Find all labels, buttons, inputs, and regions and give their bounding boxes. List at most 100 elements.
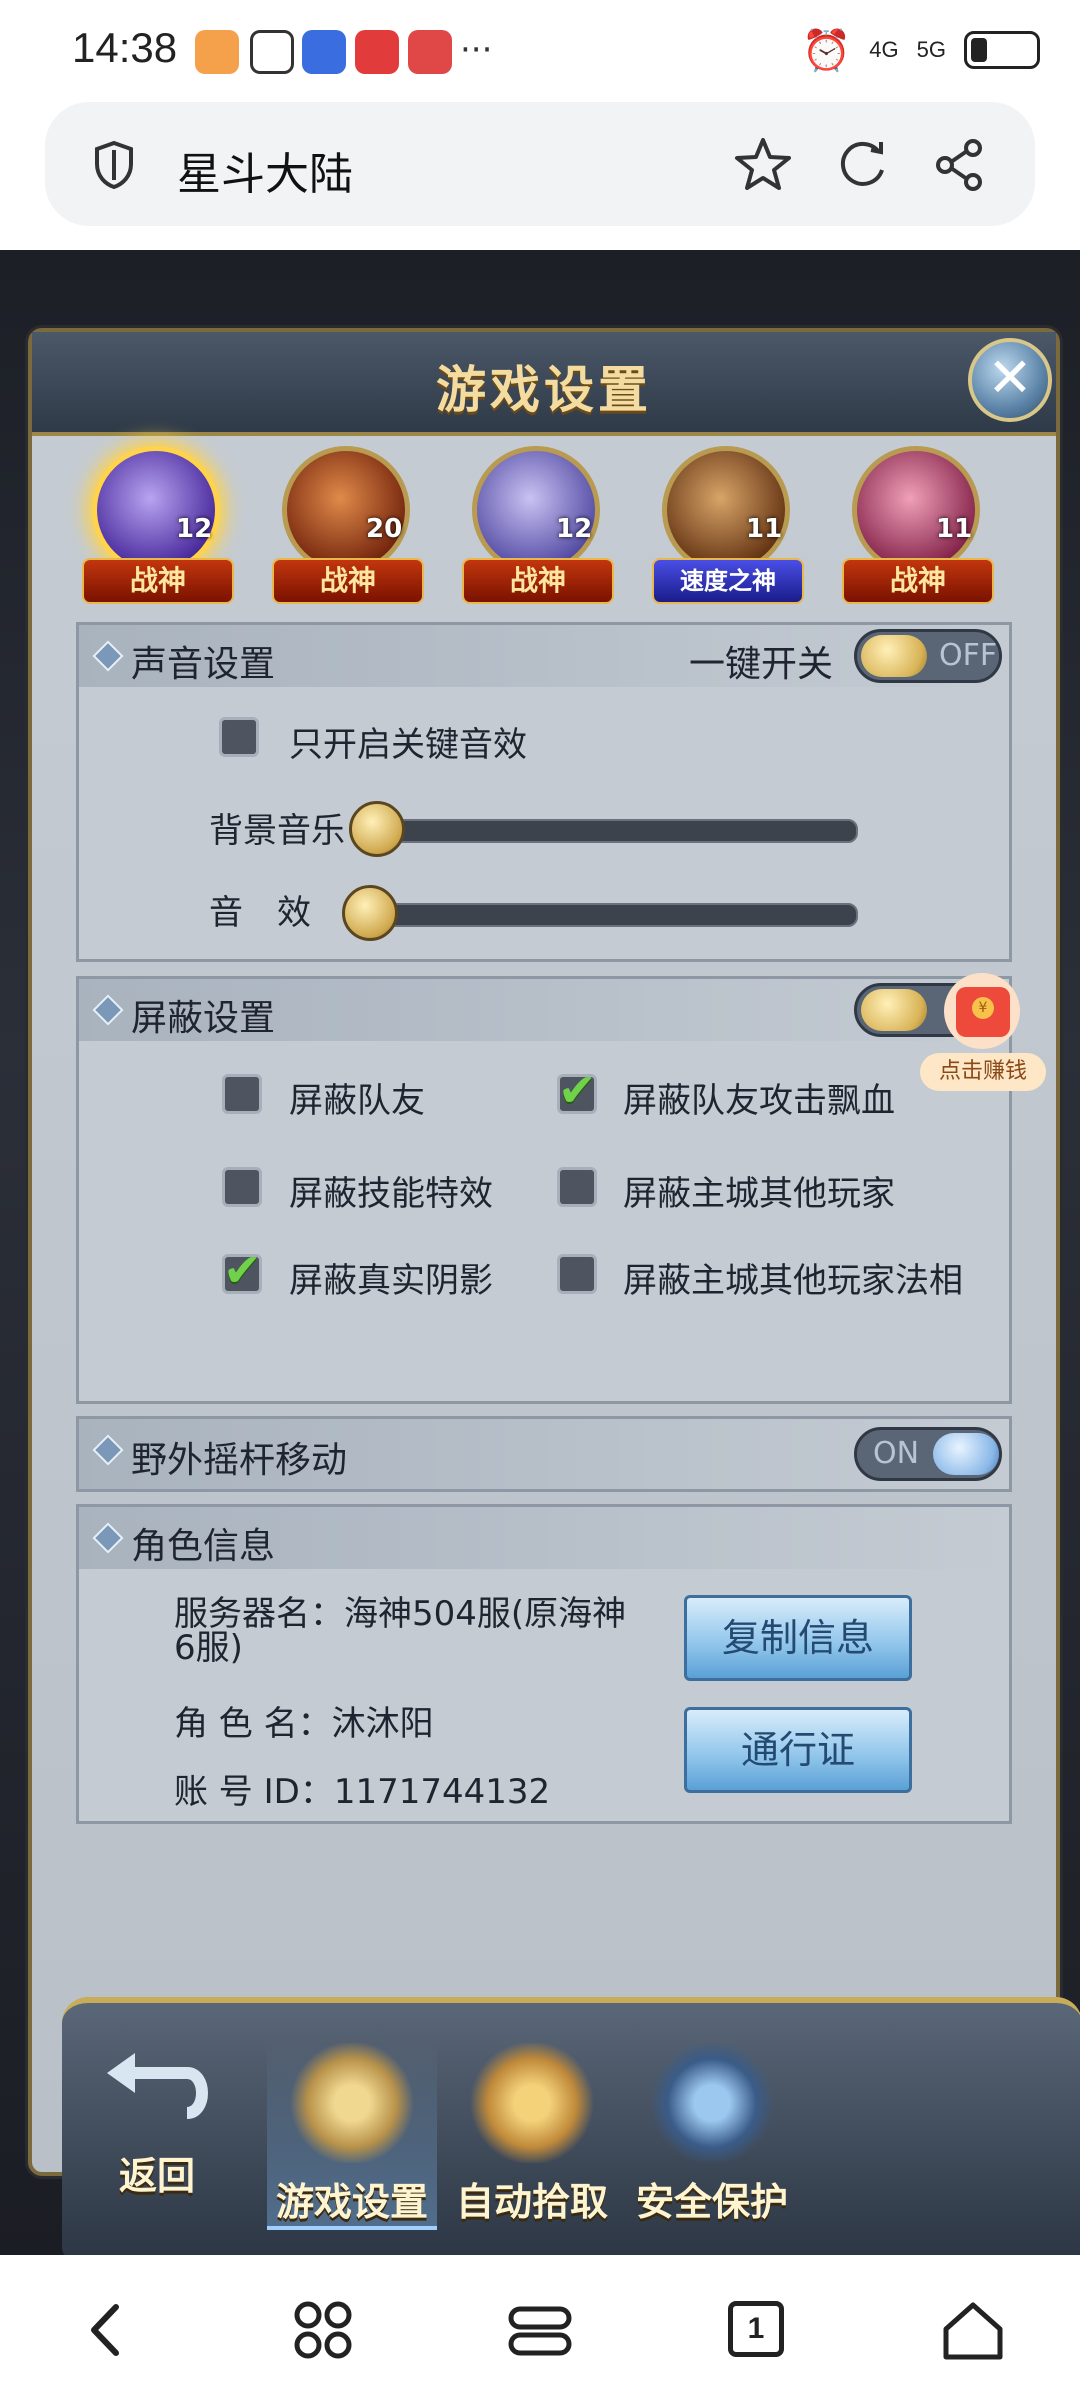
alarm-icon: ⏰ bbox=[801, 28, 852, 73]
game-bottom-nav: 返回 游戏设置 自动拾取 安全保护 bbox=[62, 1997, 1080, 2255]
shield-option-checkbox[interactable] bbox=[222, 1167, 262, 1207]
tab-count-button[interactable]: 1 bbox=[722, 2295, 792, 2365]
shield-option-label: 屏蔽技能特效 bbox=[289, 1174, 493, 1214]
copy-info-button[interactable]: 复制信息 bbox=[684, 1595, 912, 1681]
bgm-slider-track[interactable] bbox=[364, 819, 858, 843]
server-name-line1: 服务器名：海神504服(原海神 bbox=[174, 1594, 627, 1634]
account-id: 账 号 ID：1171744132 bbox=[174, 1772, 551, 1812]
nav-label: 自动拾取 bbox=[455, 2180, 608, 2224]
toggle-state: OFF bbox=[939, 638, 998, 673]
earn-money-badge[interactable]: ¥ 点击赚钱 bbox=[920, 973, 1046, 1093]
menu-icon[interactable] bbox=[288, 2295, 358, 2365]
envelope-icon: ¥ bbox=[956, 987, 1010, 1037]
share-icon[interactable] bbox=[933, 138, 987, 192]
hero-card[interactable]: 12 战神 bbox=[76, 442, 236, 607]
refresh-icon[interactable] bbox=[835, 138, 889, 192]
hero-portrait bbox=[852, 446, 980, 574]
address-bar[interactable]: 星斗大陆 bbox=[45, 102, 1035, 226]
shield-option-label: 屏蔽主城其他玩家法相 bbox=[623, 1261, 963, 1301]
nav-label: 安全保护 bbox=[635, 2180, 788, 2224]
back-arrow-icon bbox=[107, 2053, 208, 2119]
shield-option-label: 屏蔽主城其他玩家 bbox=[623, 1174, 895, 1214]
sound-section: 声音设置 一键开关 OFF 只开启关键音效 背景音乐 音 效 bbox=[76, 622, 1012, 962]
gear-icon bbox=[287, 2043, 417, 2163]
shield-option-checkbox[interactable] bbox=[557, 1167, 597, 1207]
nav-auto-pickup[interactable]: 自动拾取 bbox=[447, 2043, 617, 2226]
bgm-label: 背景音乐 bbox=[209, 811, 345, 851]
back-icon[interactable] bbox=[72, 2295, 142, 2365]
home-icon[interactable] bbox=[938, 2295, 1008, 2365]
status-bar: 14:38 ··· ⏰ 4G 5G bbox=[0, 0, 1080, 100]
hero-card[interactable]: 11 战神 bbox=[836, 442, 996, 607]
close-button[interactable]: ✕ bbox=[968, 338, 1052, 422]
server-name: 服务器名：海神504服(原海神 6服) bbox=[174, 1597, 626, 1665]
toggle-knob bbox=[861, 989, 927, 1031]
hero-portrait bbox=[662, 446, 790, 574]
hero-card[interactable]: 11 速度之神 bbox=[646, 442, 806, 607]
back-button[interactable]: 返回 bbox=[82, 2043, 232, 2200]
coin-icon: ¥ bbox=[972, 997, 994, 1019]
role-info-title: 角色信息 bbox=[131, 1526, 276, 1567]
key-sfx-checkbox[interactable] bbox=[219, 717, 259, 757]
hero-card[interactable]: 20 战神 bbox=[266, 442, 426, 607]
app-icon bbox=[302, 30, 346, 74]
signal-5g-icon: 5G bbox=[916, 37, 946, 62]
server-name-line2: 6服) bbox=[174, 1628, 243, 1668]
panel-header: 游戏设置 ✕ bbox=[32, 332, 1056, 436]
shield-option-checkbox[interactable] bbox=[222, 1243, 262, 1297]
shield-option-label: 屏蔽队友攻击飘血 bbox=[623, 1081, 895, 1121]
star-icon[interactable] bbox=[733, 136, 793, 192]
hero-card[interactable]: 12 战神 bbox=[456, 442, 616, 607]
hero-level: 12 bbox=[176, 514, 213, 544]
shield-section: 屏蔽设置 屏蔽队友 屏蔽队友攻击飘血 屏蔽技能特效 屏蔽主城其他玩家 屏蔽真实阴… bbox=[76, 976, 1012, 1404]
key-sfx-label: 只开启关键音效 bbox=[289, 725, 527, 765]
page-title: 星斗大陆 bbox=[177, 149, 353, 200]
back-label: 返回 bbox=[118, 2154, 195, 2198]
hero-tag: 速度之神 bbox=[652, 558, 804, 604]
hero-list: 12 战神 20 战神 12 战神 11 速度之神 11 战神 bbox=[76, 442, 1036, 607]
hero-level: 11 bbox=[936, 514, 973, 544]
joystick-section-title: 野外摇杆移动 bbox=[131, 1440, 348, 1481]
xiaohongshu-icon bbox=[355, 30, 399, 74]
hero-portrait bbox=[92, 446, 220, 574]
diamond-icon bbox=[92, 994, 124, 1026]
shield-option-checkbox[interactable] bbox=[557, 1254, 597, 1294]
hero-tag: 战神 bbox=[842, 558, 994, 604]
sound-section-header: 声音设置 一键开关 OFF bbox=[79, 625, 1009, 687]
browser-bottom-bar: 1 bbox=[0, 2255, 1080, 2400]
coin-bag-icon bbox=[467, 2043, 597, 2163]
shield-section-title: 屏蔽设置 bbox=[131, 998, 276, 1039]
shield-option-checkbox[interactable] bbox=[557, 1063, 597, 1117]
pass-button[interactable]: 通行证 bbox=[684, 1707, 912, 1793]
hero-level: 12 bbox=[556, 514, 593, 544]
tab-count: 1 bbox=[728, 2301, 784, 2357]
hero-tag: 战神 bbox=[462, 558, 614, 604]
settings-panel: 游戏设置 ✕ 12 战神 20 战神 12 战神 11 速度之神 11 战神 声… bbox=[28, 328, 1080, 2255]
sfx-slider-track[interactable] bbox=[364, 903, 858, 927]
hero-level: 11 bbox=[746, 514, 783, 544]
app-notification-icon bbox=[195, 30, 239, 74]
shield-section-header: 屏蔽设置 bbox=[79, 979, 1009, 1041]
nav-game-settings[interactable]: 游戏设置 bbox=[267, 2043, 437, 2230]
hero-level: 20 bbox=[366, 514, 403, 544]
sound-section-title: 声音设置 bbox=[131, 644, 276, 685]
diamond-icon bbox=[92, 1522, 124, 1554]
hero-portrait bbox=[282, 446, 410, 574]
shield-option-checkbox[interactable] bbox=[222, 1074, 262, 1114]
panel-title: 游戏设置 bbox=[436, 361, 652, 419]
toggle-knob bbox=[861, 635, 927, 677]
master-sound-toggle[interactable]: OFF bbox=[854, 629, 1002, 683]
sfx-slider-thumb[interactable] bbox=[342, 885, 398, 941]
joystick-toggle[interactable]: ON bbox=[854, 1427, 1002, 1481]
hero-portrait bbox=[472, 446, 600, 574]
tabs-overview-icon[interactable] bbox=[505, 2295, 575, 2365]
game-viewport: 游戏设置 ✕ 12 战神 20 战神 12 战神 11 速度之神 11 战神 声… bbox=[0, 250, 1080, 2255]
diamond-icon bbox=[92, 1434, 124, 1466]
sfx-label: 音 效 bbox=[209, 893, 311, 933]
hero-tag: 战神 bbox=[82, 558, 234, 604]
lock-shield-icon bbox=[647, 2043, 777, 2163]
role-info-header: 角色信息 bbox=[79, 1507, 1009, 1569]
shield-icon bbox=[95, 140, 133, 190]
bgm-slider-thumb[interactable] bbox=[349, 801, 405, 857]
nav-security[interactable]: 安全保护 bbox=[627, 2043, 797, 2226]
